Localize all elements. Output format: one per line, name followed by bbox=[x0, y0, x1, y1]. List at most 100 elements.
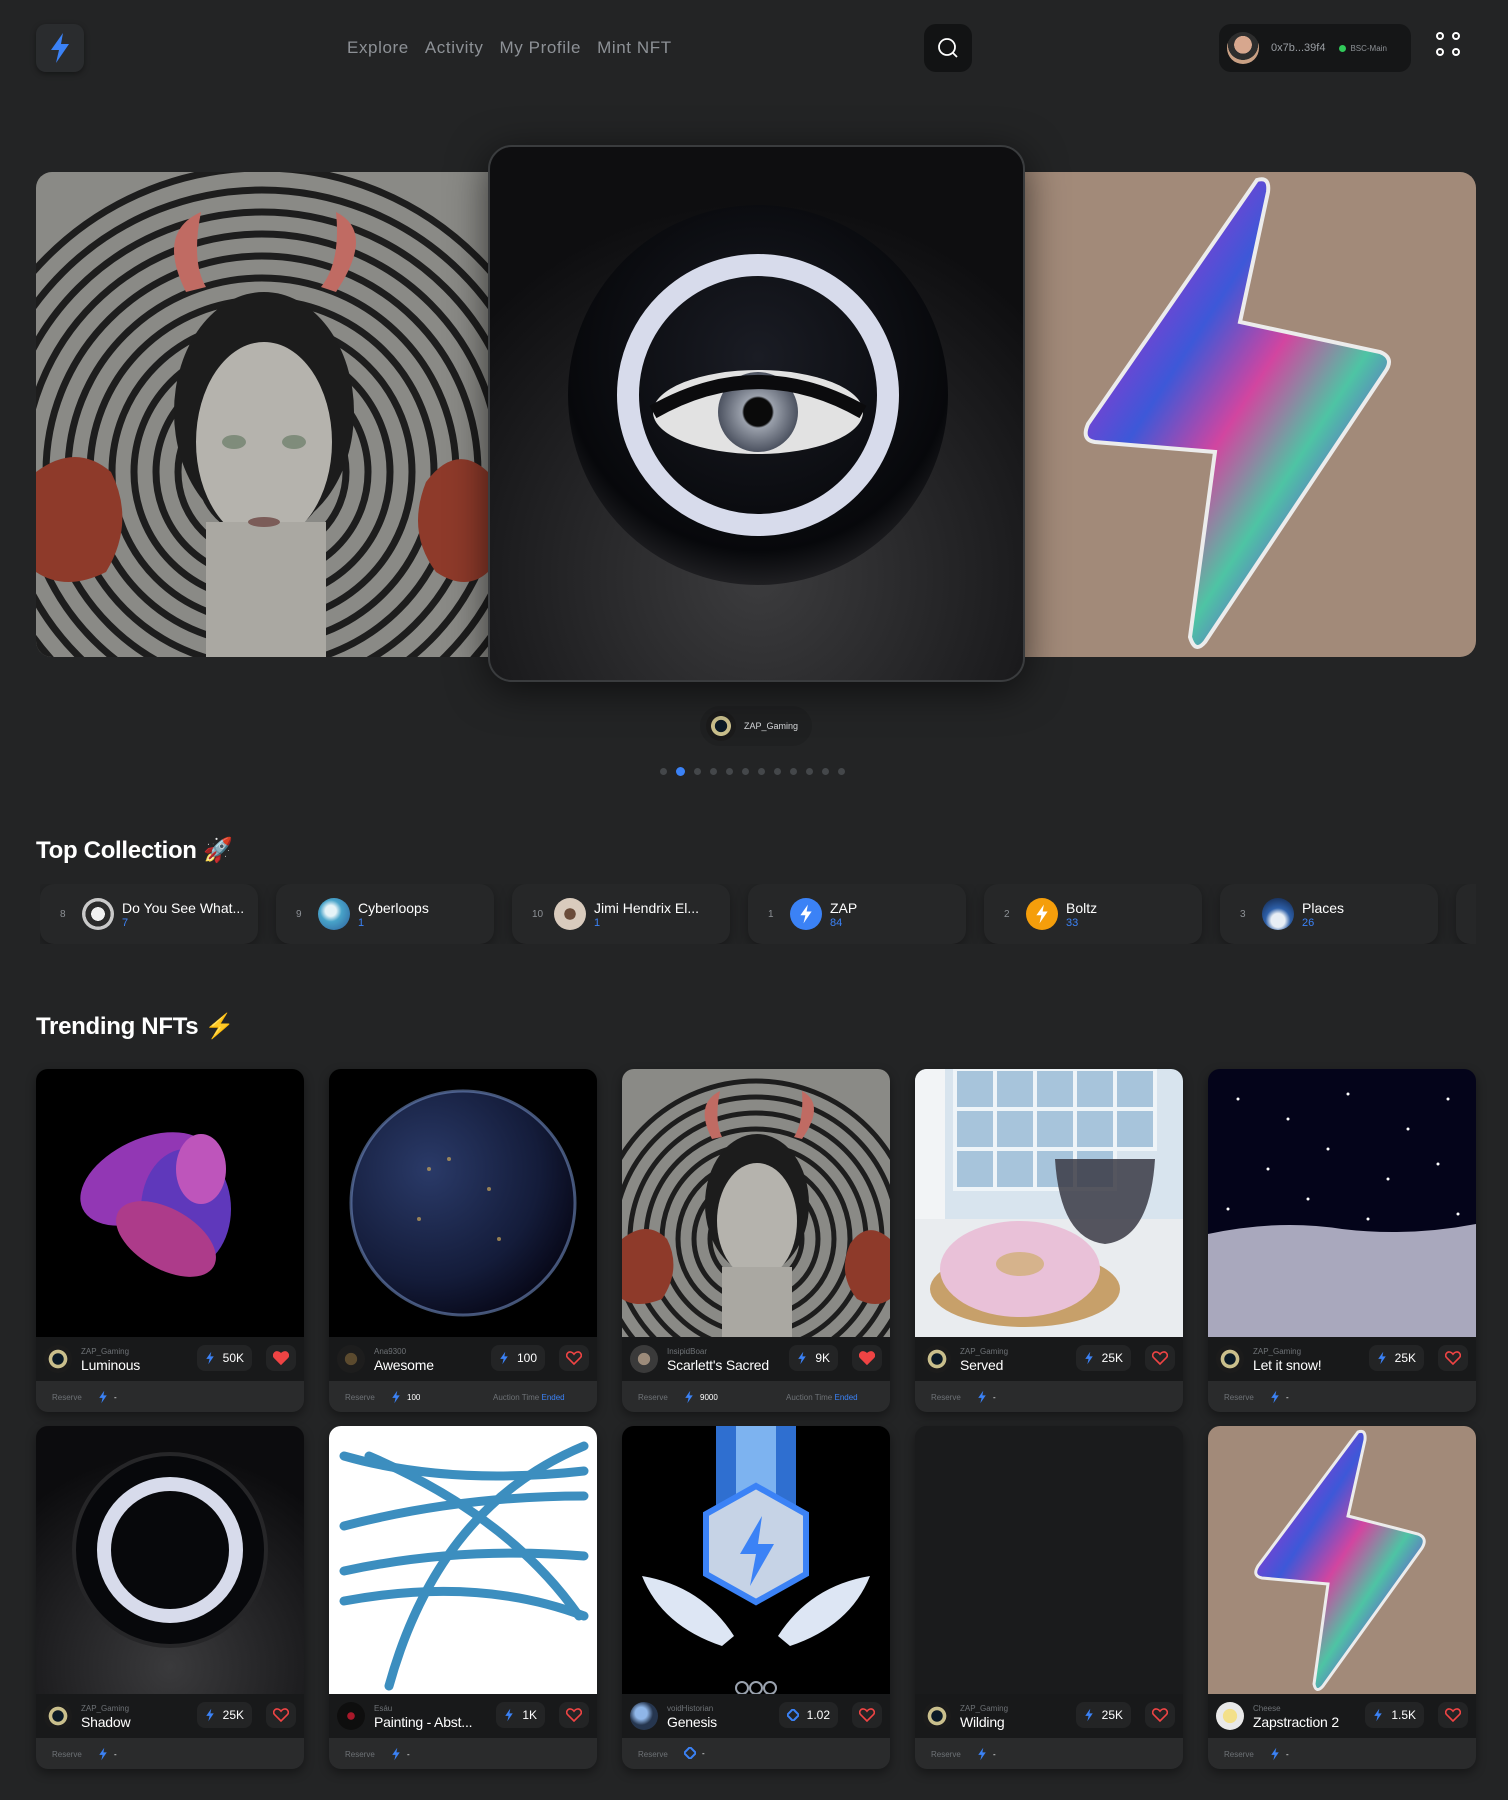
like-button[interactable] bbox=[266, 1702, 296, 1728]
like-button[interactable] bbox=[266, 1345, 296, 1371]
reserve-amount: - bbox=[114, 1749, 117, 1759]
collection-avatar bbox=[1262, 898, 1294, 930]
nft-info: voidHistorian Genesis 1.02 bbox=[622, 1694, 890, 1738]
collection-item[interactable]: 9 Cyberloops 1 bbox=[276, 884, 494, 944]
wallet-button[interactable]: 0x7b...39f4 BSC-Main bbox=[1219, 24, 1411, 72]
zap-token-icon bbox=[1271, 1390, 1279, 1404]
price-value: 1.02 bbox=[806, 1708, 830, 1722]
carousel-dot[interactable] bbox=[822, 768, 829, 775]
nft-image[interactable] bbox=[329, 1426, 597, 1694]
nav-link-activity[interactable]: Activity bbox=[425, 38, 484, 58]
owner-avatar[interactable] bbox=[44, 1345, 72, 1373]
nav-link-my-profile[interactable]: My Profile bbox=[499, 38, 581, 58]
reserve-label: Reserve bbox=[52, 1750, 82, 1759]
nav-link-mint-nft[interactable]: Mint NFT bbox=[597, 38, 672, 58]
like-button[interactable] bbox=[852, 1702, 882, 1728]
collection-item[interactable]: 8 Do You See What... 7 bbox=[40, 884, 258, 944]
carousel-slide-active[interactable] bbox=[488, 145, 1025, 682]
carousel-slide-next[interactable] bbox=[1025, 172, 1476, 657]
nft-card[interactable]: voidHistorian Genesis 1.02 Reserve - bbox=[622, 1426, 890, 1769]
owner-avatar[interactable] bbox=[923, 1702, 951, 1730]
collection-item[interactable]: 1 ZAP 84 bbox=[748, 884, 966, 944]
nft-image[interactable] bbox=[36, 1426, 304, 1694]
owner-avatar[interactable] bbox=[1216, 1345, 1244, 1373]
owner-name: Cheese bbox=[1253, 1704, 1281, 1713]
nft-title: Awesome bbox=[374, 1357, 434, 1373]
owner-avatar[interactable] bbox=[1216, 1702, 1244, 1730]
nft-card[interactable]: ZAP_Gaming Wilding 25K Reserve - bbox=[915, 1426, 1183, 1769]
nft-card[interactable]: ZAP_Gaming Shadow 25K Reserve - bbox=[36, 1426, 304, 1769]
reserve-label: Reserve bbox=[638, 1393, 668, 1402]
nft-card[interactable]: ZAP_Gaming Served 25K Reserve - bbox=[915, 1069, 1183, 1412]
like-button[interactable] bbox=[1438, 1345, 1468, 1371]
like-button[interactable] bbox=[1145, 1345, 1175, 1371]
carousel-dot[interactable] bbox=[790, 768, 797, 775]
owner-avatar[interactable] bbox=[44, 1702, 72, 1730]
nft-image[interactable] bbox=[622, 1069, 890, 1337]
collection-item[interactable]: 3 Places 26 bbox=[1220, 884, 1438, 944]
reserve-amount: - bbox=[407, 1749, 410, 1759]
collection-item[interactable] bbox=[1456, 884, 1476, 944]
carousel-dot[interactable] bbox=[660, 768, 667, 775]
carousel-creator[interactable]: ZAP_Gaming bbox=[700, 706, 812, 746]
nft-card[interactable]: ZAP_Gaming Luminous 50K Reserve - bbox=[36, 1069, 304, 1412]
collection-rank: 10 bbox=[532, 908, 544, 920]
reserve-bar: Reserve - bbox=[915, 1738, 1183, 1769]
collection-avatar bbox=[82, 898, 114, 930]
nft-card[interactable]: InsipidBoar Scarlett's Sacred 9K Reserve 900… bbox=[622, 1069, 890, 1412]
owner-avatar[interactable] bbox=[923, 1345, 951, 1373]
auction-status: Ended bbox=[834, 1393, 858, 1402]
like-button[interactable] bbox=[559, 1702, 589, 1728]
nft-image[interactable] bbox=[915, 1069, 1183, 1337]
nft-card[interactable]: Ana9300 Awesome 100 Reserve 100 Auction Time … bbox=[329, 1069, 597, 1412]
carousel-dot[interactable] bbox=[676, 767, 685, 776]
nft-card[interactable]: ZAP_Gaming Let it snow! 25K Reserve - bbox=[1208, 1069, 1476, 1412]
search-button[interactable] bbox=[924, 24, 972, 72]
like-button[interactable] bbox=[1145, 1702, 1175, 1728]
nft-image[interactable] bbox=[1208, 1069, 1476, 1337]
collection-item[interactable]: 2 Boltz 33 bbox=[984, 884, 1202, 944]
nft-image[interactable] bbox=[915, 1426, 1183, 1694]
collection-name: Jimi Hendrix El... bbox=[594, 899, 700, 916]
nft-image[interactable] bbox=[329, 1069, 597, 1337]
owner-avatar[interactable] bbox=[630, 1702, 658, 1730]
carousel-dot[interactable] bbox=[710, 768, 717, 775]
carousel-dot[interactable] bbox=[694, 768, 701, 775]
like-button[interactable] bbox=[852, 1345, 882, 1371]
nft-card[interactable]: Cheese Zapstraction 2 1.5K Reserve - bbox=[1208, 1426, 1476, 1769]
carousel-dot[interactable] bbox=[806, 768, 813, 775]
price-badge: 50K bbox=[196, 1345, 252, 1371]
nft-info: Cheese Zapstraction 2 1.5K bbox=[1208, 1694, 1476, 1738]
reserve-label: Reserve bbox=[931, 1393, 961, 1402]
like-button[interactable] bbox=[559, 1345, 589, 1371]
reserve-amount: - bbox=[1286, 1749, 1289, 1759]
reserve-value: - bbox=[977, 1747, 996, 1761]
owner-avatar[interactable] bbox=[337, 1702, 365, 1730]
carousel-dot[interactable] bbox=[838, 768, 845, 775]
reserve-value: - bbox=[1270, 1747, 1289, 1761]
nft-image[interactable] bbox=[622, 1426, 890, 1694]
diamond-token-icon bbox=[786, 1709, 799, 1721]
collection-rank: 1 bbox=[768, 908, 774, 920]
nav-link-explore[interactable]: Explore bbox=[347, 38, 409, 58]
nft-title: Wilding bbox=[960, 1714, 1005, 1730]
collection-count: 33 bbox=[1066, 916, 1079, 929]
nft-card[interactable]: Esáu Painting - Abst... 1K Reserve - bbox=[329, 1426, 597, 1769]
lightning-bolt-icon bbox=[800, 904, 812, 924]
carousel-dot[interactable] bbox=[742, 768, 749, 775]
nft-image[interactable] bbox=[36, 1069, 304, 1337]
creator-name: ZAP_Gaming bbox=[744, 721, 799, 731]
owner-avatar[interactable] bbox=[337, 1345, 365, 1373]
carousel-dot[interactable] bbox=[726, 768, 733, 775]
collection-item[interactable]: 10 Jimi Hendrix El... 1 bbox=[512, 884, 730, 944]
like-button[interactable] bbox=[1438, 1702, 1468, 1728]
heart-icon bbox=[1445, 1351, 1461, 1365]
carousel-slide-prev[interactable] bbox=[36, 172, 488, 657]
apps-menu-button[interactable] bbox=[1436, 32, 1466, 62]
nft-image[interactable] bbox=[1208, 1426, 1476, 1694]
zap-logo-button[interactable] bbox=[36, 24, 84, 72]
reserve-bar: Reserve - bbox=[36, 1738, 304, 1769]
carousel-dot[interactable] bbox=[758, 768, 765, 775]
carousel-dot[interactable] bbox=[774, 768, 781, 775]
owner-avatar[interactable] bbox=[630, 1345, 658, 1373]
